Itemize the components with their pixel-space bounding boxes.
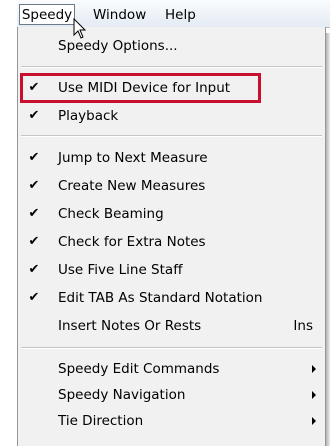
checkmark-icon: ✔ xyxy=(28,234,40,249)
menu-item-jump-to-next-measure[interactable]: ✔ Jump to Next Measure xyxy=(18,145,325,171)
menu-item-edit-tab-standard-notation[interactable]: ✔ Edit TAB As Standard Notation xyxy=(18,285,325,311)
menu-item-label: Edit TAB As Standard Notation xyxy=(58,290,263,306)
checkmark-icon: ✔ xyxy=(28,108,40,123)
menu-separator xyxy=(21,66,322,68)
highlight-box xyxy=(20,73,261,103)
speedy-dropdown-menu: Speedy Options... ✔ Use MIDI Device for … xyxy=(17,27,326,446)
mouse-pointer-icon xyxy=(73,18,87,39)
menu-bar: Speedy Window Help xyxy=(17,0,330,28)
menu-item-label: Speedy Navigation xyxy=(58,387,186,403)
menu-item-speedy-options[interactable]: Speedy Options... xyxy=(18,33,325,59)
menu-item-label: Create New Measures xyxy=(58,178,206,194)
menu-item-label: Use Five Line Staff xyxy=(58,262,183,278)
submenu-arrow-icon xyxy=(312,417,316,425)
menu-speedy[interactable]: Speedy xyxy=(19,4,75,25)
menu-shadow xyxy=(326,33,330,446)
submenu-arrow-icon xyxy=(312,391,316,399)
menu-item-check-beaming[interactable]: ✔ Check Beaming xyxy=(18,201,325,227)
menu-item-label: Check Beaming xyxy=(58,206,164,222)
menu-item-check-extra-notes[interactable]: ✔ Check for Extra Notes xyxy=(18,229,325,255)
menu-item-label: Speedy Edit Commands xyxy=(58,361,220,377)
menu-item-label: Tie Direction xyxy=(58,413,144,429)
checkmark-icon: ✔ xyxy=(28,206,40,221)
menu-separator xyxy=(21,135,322,137)
menu-item-label: Check for Extra Notes xyxy=(58,234,206,250)
checkmark-icon: ✔ xyxy=(28,262,40,277)
menu-item-tie-direction[interactable]: Tie Direction xyxy=(18,408,325,434)
menu-item-insert-notes-or-rests[interactable]: Insert Notes Or Rests Ins xyxy=(18,313,325,339)
menu-item-label: Insert Notes Or Rests xyxy=(58,318,202,334)
menu-item-label: Jump to Next Measure xyxy=(58,150,208,166)
checkmark-icon: ✔ xyxy=(28,178,40,193)
menu-window[interactable]: Window xyxy=(93,5,146,25)
menu-item-label: Playback xyxy=(58,108,119,124)
menu-help[interactable]: Help xyxy=(165,5,196,25)
checkmark-icon: ✔ xyxy=(28,150,40,165)
menu-item-create-new-measures[interactable]: ✔ Create New Measures xyxy=(18,173,325,199)
menu-item-shortcut: Ins xyxy=(293,318,313,334)
menu-separator xyxy=(21,347,322,349)
submenu-arrow-icon xyxy=(312,365,316,373)
menu-item-use-five-line-staff[interactable]: ✔ Use Five Line Staff xyxy=(18,257,325,283)
checkmark-icon: ✔ xyxy=(28,290,40,305)
menu-item-speedy-edit-commands[interactable]: Speedy Edit Commands xyxy=(18,356,325,382)
menu-item-playback[interactable]: ✔ Playback xyxy=(18,103,325,129)
menu-item-speedy-navigation[interactable]: Speedy Navigation xyxy=(18,382,325,408)
